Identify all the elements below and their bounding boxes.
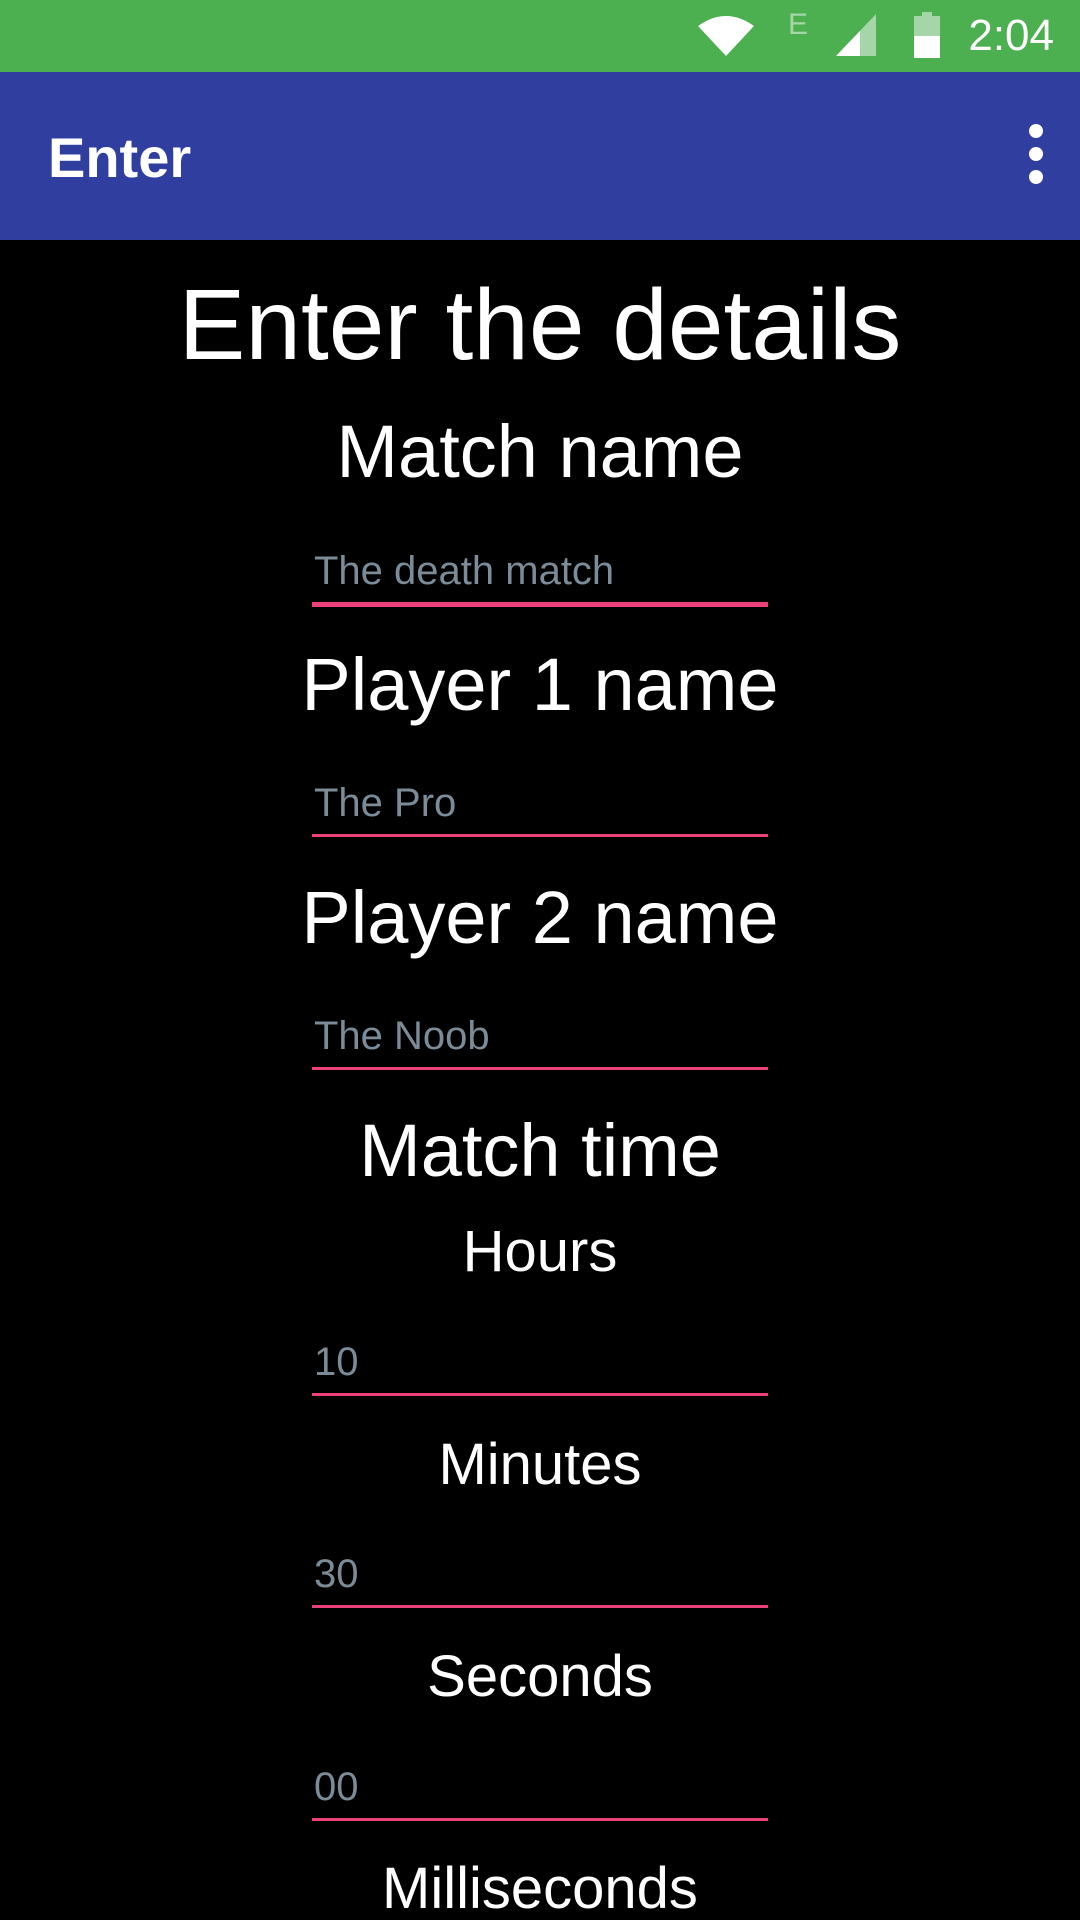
status-bar: E 2:04 [0, 0, 1080, 72]
hours-label: Hours [462, 1219, 618, 1284]
match-name-field[interactable] [312, 542, 768, 607]
player1-name-label: Player 1 name [301, 643, 779, 726]
match-name-label: Match name [336, 410, 744, 493]
network-type-label: E [788, 8, 809, 41]
menu-dot [1029, 124, 1043, 138]
player2-name-input[interactable] [314, 1014, 764, 1059]
player1-name-field[interactable] [312, 774, 768, 837]
status-time: 2:04 [968, 11, 1054, 60]
player2-name-label: Player 2 name [301, 876, 779, 959]
player2-name-field[interactable] [312, 1007, 768, 1070]
app-title: Enter [48, 126, 192, 189]
battery-icon [914, 12, 940, 58]
form-content[interactable]: Enter the details Match name Player 1 na… [0, 240, 1080, 1920]
more-vert-icon[interactable] [1020, 124, 1052, 184]
page-title: Enter the details [178, 269, 902, 381]
menu-dot [1029, 170, 1043, 184]
minutes-label: Minutes [438, 1432, 642, 1497]
hours-field[interactable] [312, 1333, 768, 1396]
seconds-field[interactable] [312, 1758, 768, 1821]
match-name-input[interactable] [314, 549, 764, 594]
wifi-icon [698, 16, 754, 56]
minutes-input[interactable] [314, 1552, 764, 1597]
seconds-label: Seconds [427, 1644, 653, 1709]
menu-dot [1029, 147, 1043, 161]
minutes-field[interactable] [312, 1545, 768, 1608]
signal-icon [836, 14, 876, 56]
match-time-label: Match time [359, 1109, 721, 1192]
milliseconds-label: Milliseconds [382, 1856, 698, 1920]
player1-name-input[interactable] [314, 781, 764, 826]
hours-input[interactable] [314, 1340, 764, 1385]
app-bar: Enter [0, 72, 1080, 240]
seconds-input[interactable] [314, 1765, 764, 1810]
